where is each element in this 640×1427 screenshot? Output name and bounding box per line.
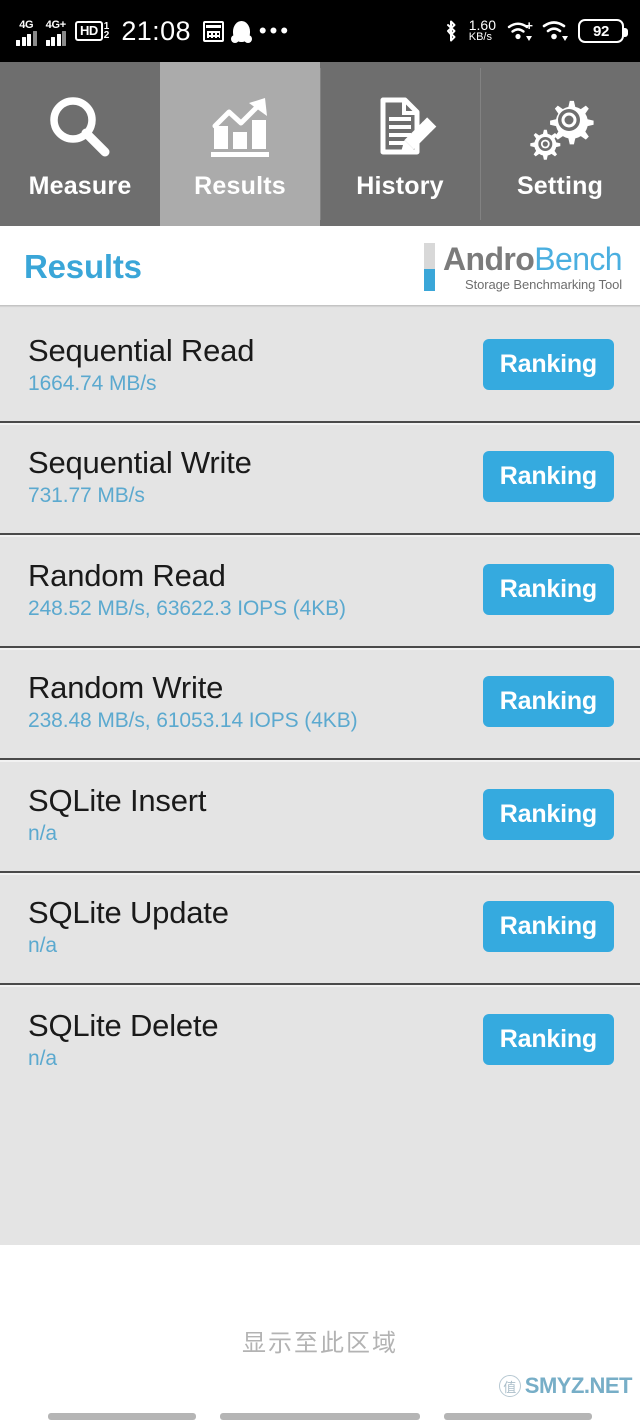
footer-area: 显示至此区域 值 SMYZ.NET — [0, 1245, 640, 1427]
network-speed-unit: KB/s — [468, 31, 492, 43]
ranking-button[interactable]: Ranking — [482, 676, 614, 728]
androbench-logo: AndroBench Storage Benchmarking Tool — [424, 241, 623, 292]
status-bar-left: 4G 4G+ HD 1 2 21:08 ••• — [16, 16, 443, 47]
benchmark-value: n/a — [28, 934, 57, 958]
table-row[interactable]: Random Read 248.52 MB/s, 63622.3 IOPS (4… — [0, 533, 640, 646]
row-content: Sequential Read 1664.74 MB/s — [28, 333, 254, 396]
table-row[interactable]: SQLite Insert n/a Ranking — [0, 758, 640, 871]
qq-icon — [230, 20, 252, 43]
table-row[interactable]: SQLite Delete n/a Ranking — [0, 983, 640, 1096]
sim-indicator: 1 2 — [103, 22, 110, 41]
benchmark-value: 731.77 MB/s — [28, 484, 145, 508]
ranking-button[interactable]: Ranking — [482, 788, 614, 840]
ranking-button[interactable]: Ranking — [482, 563, 614, 615]
scroll-hint-label: 显示至此区域 — [242, 1329, 398, 1357]
nav-home-pill[interactable] — [220, 1412, 420, 1420]
watermark-badge-icon: 值 — [498, 1375, 521, 1397]
benchmark-value: n/a — [28, 1046, 57, 1070]
table-row[interactable]: Sequential Read 1664.74 MB/s Ranking — [0, 308, 640, 421]
signal-4g-icon: 4G — [16, 16, 37, 46]
status-bar-right: 1.60 KB/s + 92 — [443, 17, 628, 43]
logo-subtitle: Storage Benchmarking Tool — [465, 277, 622, 292]
benchmark-name: Random Read — [28, 557, 226, 593]
signal-bars — [16, 31, 37, 46]
wifi-icon — [542, 20, 568, 42]
nav-back-pill[interactable] — [48, 1412, 196, 1420]
benchmark-value: n/a — [28, 821, 57, 845]
bar-chart-trend-icon — [203, 88, 277, 166]
benchmark-name: Sequential Write — [28, 445, 252, 481]
ranking-button[interactable]: Ranking — [482, 1013, 614, 1065]
signal-4g-plus-label: 4G+ — [45, 19, 67, 31]
nav-recents-pill[interactable] — [444, 1412, 592, 1420]
ranking-button[interactable]: Ranking — [482, 451, 614, 503]
row-content: Random Write 238.48 MB/s, 61053.14 IOPS … — [28, 670, 358, 733]
results-list: Sequential Read 1664.74 MB/s Ranking Seq… — [0, 308, 640, 1245]
bluetooth-icon — [446, 20, 456, 42]
ranking-button[interactable]: Ranking — [482, 338, 614, 390]
signal-4g-label: 4G — [19, 19, 34, 31]
main-tab-bar: Measure Results History Setting — [0, 62, 640, 226]
status-bar: 4G 4G+ HD 1 2 21:08 ••• 1.60 KB/s + 92 — [0, 0, 640, 62]
logo-wordmark: AndroBench — [443, 241, 623, 277]
tab-results[interactable]: Results — [160, 62, 320, 226]
status-bar-clock: 21:08 — [121, 15, 191, 46]
wifi-plus-icon: + — [506, 18, 533, 42]
document-pencil-icon — [363, 88, 437, 166]
battery-icon: 92 — [578, 19, 628, 43]
network-speed-indicator: 1.60 KB/s — [468, 17, 496, 43]
benchmark-value: 248.52 MB/s, 63622.3 IOPS (4KB) — [28, 596, 346, 620]
benchmark-name: SQLite Delete — [28, 1007, 219, 1043]
row-content: SQLite Update n/a — [28, 895, 229, 958]
system-navigation-bar[interactable] — [0, 1405, 640, 1427]
battery-level-label: 92 — [592, 22, 610, 40]
network-speed-value: 1.60 — [468, 17, 496, 33]
page-header: Results AndroBench Storage Benchmarking … — [0, 226, 640, 308]
signal-bars — [45, 31, 66, 46]
table-row[interactable]: Random Write 238.48 MB/s, 61053.14 IOPS … — [0, 645, 640, 759]
tab-history[interactable]: History — [320, 62, 480, 226]
tab-measure-label: Measure — [28, 171, 132, 200]
logo-bench: Bench — [534, 241, 622, 277]
sim-slot-bottom: 2 — [103, 30, 110, 41]
row-content: Sequential Write 731.77 MB/s — [28, 445, 252, 508]
wifi-caret-icon — [562, 36, 568, 41]
table-row[interactable]: SQLite Update n/a Ranking — [0, 870, 640, 984]
benchmark-name: Sequential Read — [28, 332, 255, 368]
magnifier-icon — [43, 88, 117, 166]
table-row[interactable]: Sequential Write 731.77 MB/s Ranking — [0, 420, 640, 534]
benchmark-value: 238.48 MB/s, 61053.14 IOPS (4KB) — [28, 709, 358, 733]
wifi-caret-icon — [526, 36, 532, 41]
wifi-plus-sign: + — [525, 18, 533, 33]
ranking-button[interactable]: Ranking — [482, 901, 614, 953]
signal-4g-plus-icon: 4G+ — [45, 16, 67, 46]
benchmark-name: SQLite Insert — [28, 782, 207, 818]
row-content: SQLite Insert n/a — [28, 782, 207, 846]
benchmark-name: Random Write — [28, 670, 224, 706]
logo-andro: Andro — [443, 241, 535, 277]
hd-label: HD — [75, 21, 103, 41]
watermark: 值 SMYZ.NET — [498, 1373, 633, 1399]
logo-bar-icon — [424, 243, 436, 291]
tab-history-label: History — [356, 171, 444, 200]
logo-text: AndroBench Storage Benchmarking Tool — [443, 241, 623, 292]
tab-measure[interactable]: Measure — [0, 62, 160, 226]
row-content: Random Read 248.52 MB/s, 63622.3 IOPS (4… — [28, 558, 346, 621]
more-dots-icon: ••• — [258, 18, 292, 43]
benchmark-value: 1664.74 MB/s — [28, 371, 157, 395]
page-title: Results — [24, 248, 142, 285]
row-content: SQLite Delete n/a — [28, 1007, 219, 1071]
gears-icon — [523, 88, 597, 166]
tab-setting-label: Setting — [516, 171, 604, 200]
calendar-icon — [202, 20, 224, 42]
tab-results-label: Results — [194, 171, 286, 200]
tab-setting[interactable]: Setting — [480, 62, 640, 226]
volte-hd-icon: HD 1 2 — [75, 21, 109, 41]
benchmark-name: SQLite Update — [28, 895, 229, 931]
watermark-text: SMYZ.NET — [524, 1373, 633, 1398]
